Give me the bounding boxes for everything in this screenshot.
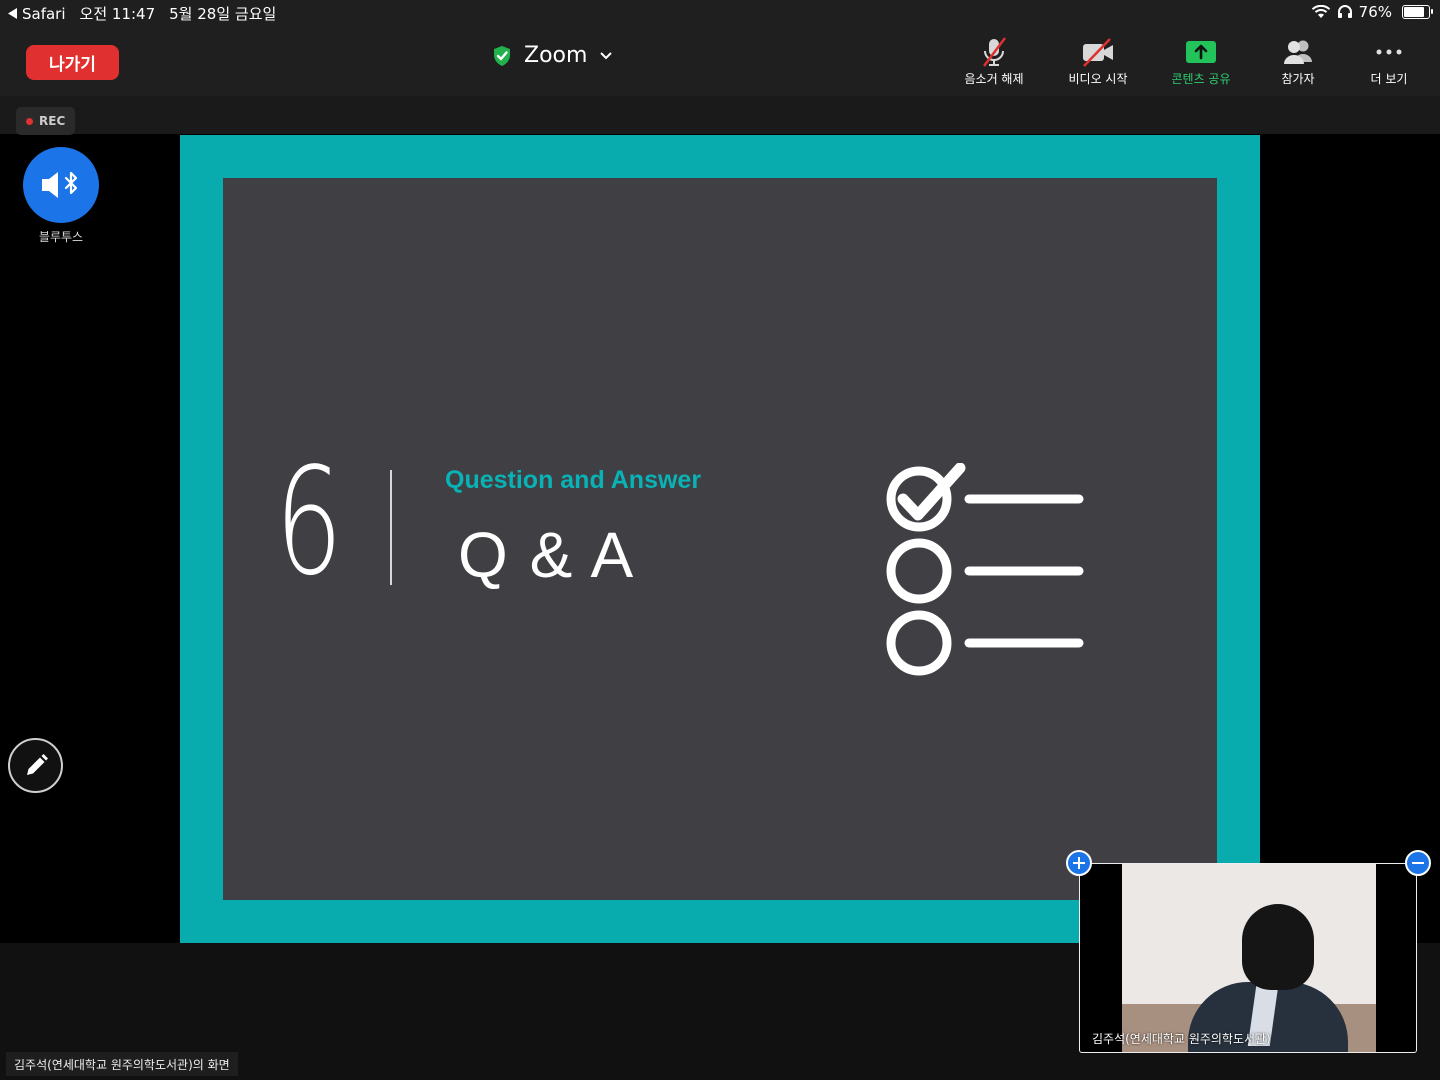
person-head — [1242, 904, 1314, 990]
plus-icon — [1073, 857, 1085, 869]
recording-label: REC — [39, 114, 66, 128]
slide-title: Q & A — [458, 519, 636, 591]
audio-output-button[interactable] — [23, 147, 99, 223]
battery-icon — [1402, 5, 1433, 19]
participants-button[interactable]: 참가자 — [1250, 36, 1346, 87]
participants-label: 참가자 — [1281, 72, 1315, 86]
shared-screen: 6 Question and Answer Q & A — [180, 135, 1260, 943]
unmute-label: 음소거 해제 — [964, 72, 1024, 86]
self-video-name: 김주석(연세대학교 원주의학도서관) — [1092, 1032, 1271, 1046]
status-time: 오전 11:47 — [79, 5, 156, 23]
pencil-icon — [26, 753, 48, 775]
video-camera-off-icon — [1083, 38, 1113, 67]
meeting-toolbar: 나가기 Zoom 음소거 해제 비디오 시작 콘텐츠 공유 참가자 더 보기 — [0, 26, 1440, 96]
more-dots-icon — [1376, 49, 1402, 55]
meeting-title: Zoom — [524, 43, 588, 68]
checklist-icon — [886, 463, 1084, 676]
slide-divider — [390, 470, 392, 585]
speaker-bluetooth-icon — [42, 171, 78, 198]
microphone-muted-icon — [983, 37, 1006, 67]
shared-screen-owner-label: 김주석(연세대학교 원주의학도서관)의 화면 — [6, 1052, 238, 1076]
share-screen-icon — [1186, 41, 1216, 63]
start-video-button[interactable]: 비디오 시작 — [1050, 36, 1146, 87]
annotate-button[interactable] — [8, 738, 63, 793]
participants-icon — [1284, 40, 1312, 64]
slide-subtitle: Question and Answer — [445, 466, 702, 494]
self-video-tile[interactable]: 김주석(연세대학교 원주의학도서관) — [1079, 863, 1417, 1053]
meeting-subbar — [0, 96, 1440, 134]
ios-status-bar: Safari 오전 11:47 5월 28일 금요일 76% — [0, 0, 1440, 26]
back-triangle-icon — [8, 8, 17, 19]
battery-percent: 76% — [1358, 3, 1392, 21]
shield-check-icon — [494, 45, 510, 66]
recording-dot-icon — [26, 117, 33, 125]
audio-output-label: 블루투스 — [38, 230, 84, 244]
meeting-info-dropdown[interactable]: Zoom — [492, 43, 613, 68]
unmute-button[interactable]: 음소거 해제 — [946, 36, 1042, 87]
leave-button[interactable]: 나가기 — [26, 45, 119, 80]
wifi-icon — [1311, 5, 1330, 18]
status-left: Safari 오전 11:47 5월 28일 금요일 — [8, 3, 276, 24]
expand-video-button[interactable] — [1066, 850, 1092, 876]
camera-feed — [1122, 864, 1376, 1052]
status-date: 5월 28일 금요일 — [169, 5, 277, 23]
more-button[interactable]: 더 보기 — [1341, 36, 1437, 87]
slide-section-number: 6 — [275, 436, 343, 608]
start-video-label: 비디오 시작 — [1068, 72, 1128, 86]
battery-fill — [1404, 7, 1424, 17]
slide-content: 6 Question and Answer Q & A — [223, 178, 1217, 900]
back-to-app-link[interactable]: Safari — [8, 5, 66, 23]
share-content-button[interactable]: 콘텐츠 공유 — [1153, 36, 1249, 87]
minimize-video-button[interactable] — [1405, 850, 1431, 876]
chevron-down-icon — [600, 51, 613, 59]
headphones-icon — [1337, 5, 1352, 18]
more-label: 더 보기 — [1370, 72, 1408, 86]
minus-icon — [1412, 862, 1424, 864]
status-right: 76% — [1311, 3, 1433, 21]
back-app-label: Safari — [22, 4, 66, 23]
share-content-label: 콘텐츠 공유 — [1171, 72, 1231, 86]
recording-badge: REC — [16, 107, 76, 135]
